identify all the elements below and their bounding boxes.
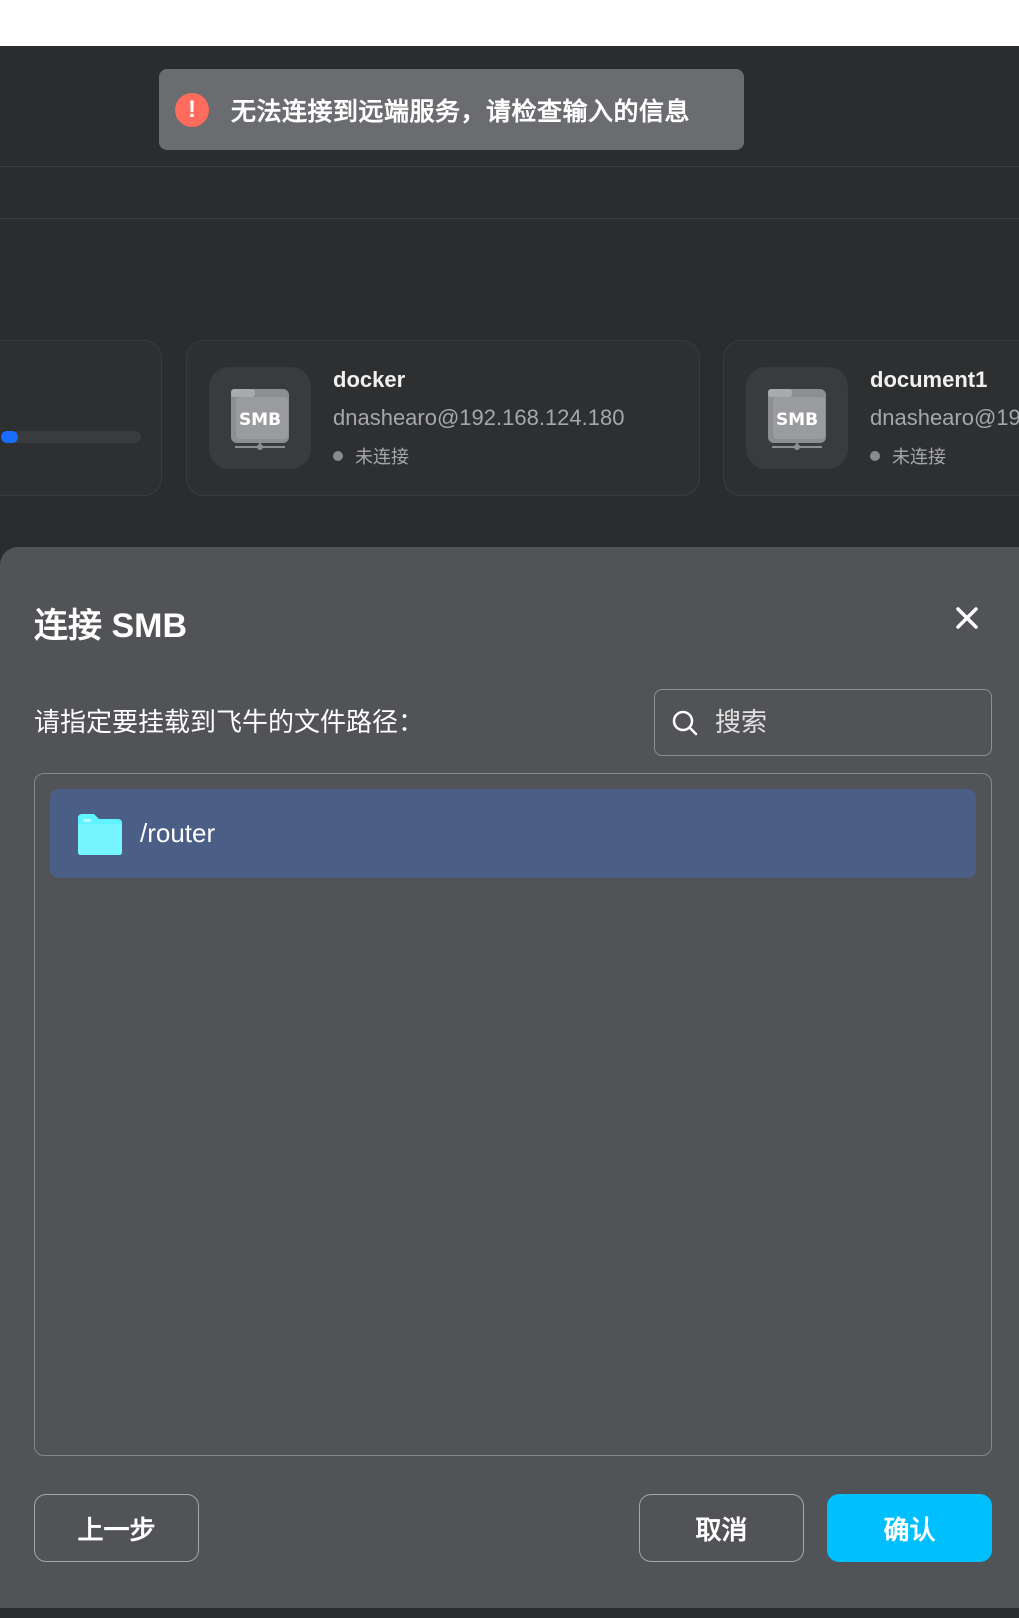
error-icon: !: [175, 92, 209, 127]
smb-server-icon: SMB: [209, 367, 311, 469]
back-button[interactable]: 上一步: [34, 1494, 199, 1562]
search-box[interactable]: [654, 689, 992, 756]
confirm-button[interactable]: 确认: [827, 1494, 992, 1562]
connect-smb-dialog: 连接 SMB 请指定要挂载到飞牛的文件路径： /router 上一步 取消 确认: [0, 547, 1019, 1608]
status-dot-icon: [333, 451, 343, 461]
folder-list: /router: [34, 773, 992, 1456]
dialog-title: 连接 SMB: [34, 607, 187, 645]
status-label: 未连接: [892, 447, 946, 467]
card-status: 未连接: [333, 443, 409, 469]
card-status: 未连接: [870, 443, 946, 469]
card-address: dnashearo@192.168.124.180: [870, 405, 1019, 430]
top-bar: [0, 0, 1019, 46]
folder-icon: [78, 813, 122, 855]
close-button[interactable]: [949, 600, 985, 636]
card-address: dnashearo@192.168.124.180: [333, 405, 625, 430]
card-title: docker: [333, 367, 406, 392]
error-toast: ! 无法连接到远端服务，请检查输入的信息: [159, 69, 744, 150]
smb-card-docker[interactable]: SMB docker dnashearo@192.168.124.180 未连接: [186, 340, 700, 496]
svg-text:SMB: SMB: [776, 410, 818, 430]
close-icon: [956, 607, 978, 629]
folder-item-router[interactable]: /router: [50, 789, 976, 878]
svg-text:SMB: SMB: [239, 410, 281, 430]
status-dot-icon: [870, 451, 880, 461]
toast-message: 无法连接到远端服务，请检查输入的信息: [231, 97, 691, 126]
search-icon: [672, 710, 698, 735]
cancel-button[interactable]: 取消: [639, 1494, 804, 1562]
folder-label: /router: [140, 818, 216, 848]
storage-card-partial[interactable]: [0, 340, 162, 496]
smb-card-document1[interactable]: SMB document1 dnashearo@192.168.124.180 …: [723, 340, 1019, 496]
divider: [0, 218, 1019, 219]
progress-bar: [1, 431, 141, 443]
path-instruction: 请指定要挂载到飞牛的文件路径：: [34, 707, 425, 737]
card-title: document1: [870, 367, 988, 392]
smb-server-icon: SMB: [746, 367, 848, 469]
progress-fill: [1, 431, 18, 443]
divider: [0, 166, 1019, 167]
search-input[interactable]: [713, 706, 957, 739]
status-label: 未连接: [355, 447, 409, 467]
